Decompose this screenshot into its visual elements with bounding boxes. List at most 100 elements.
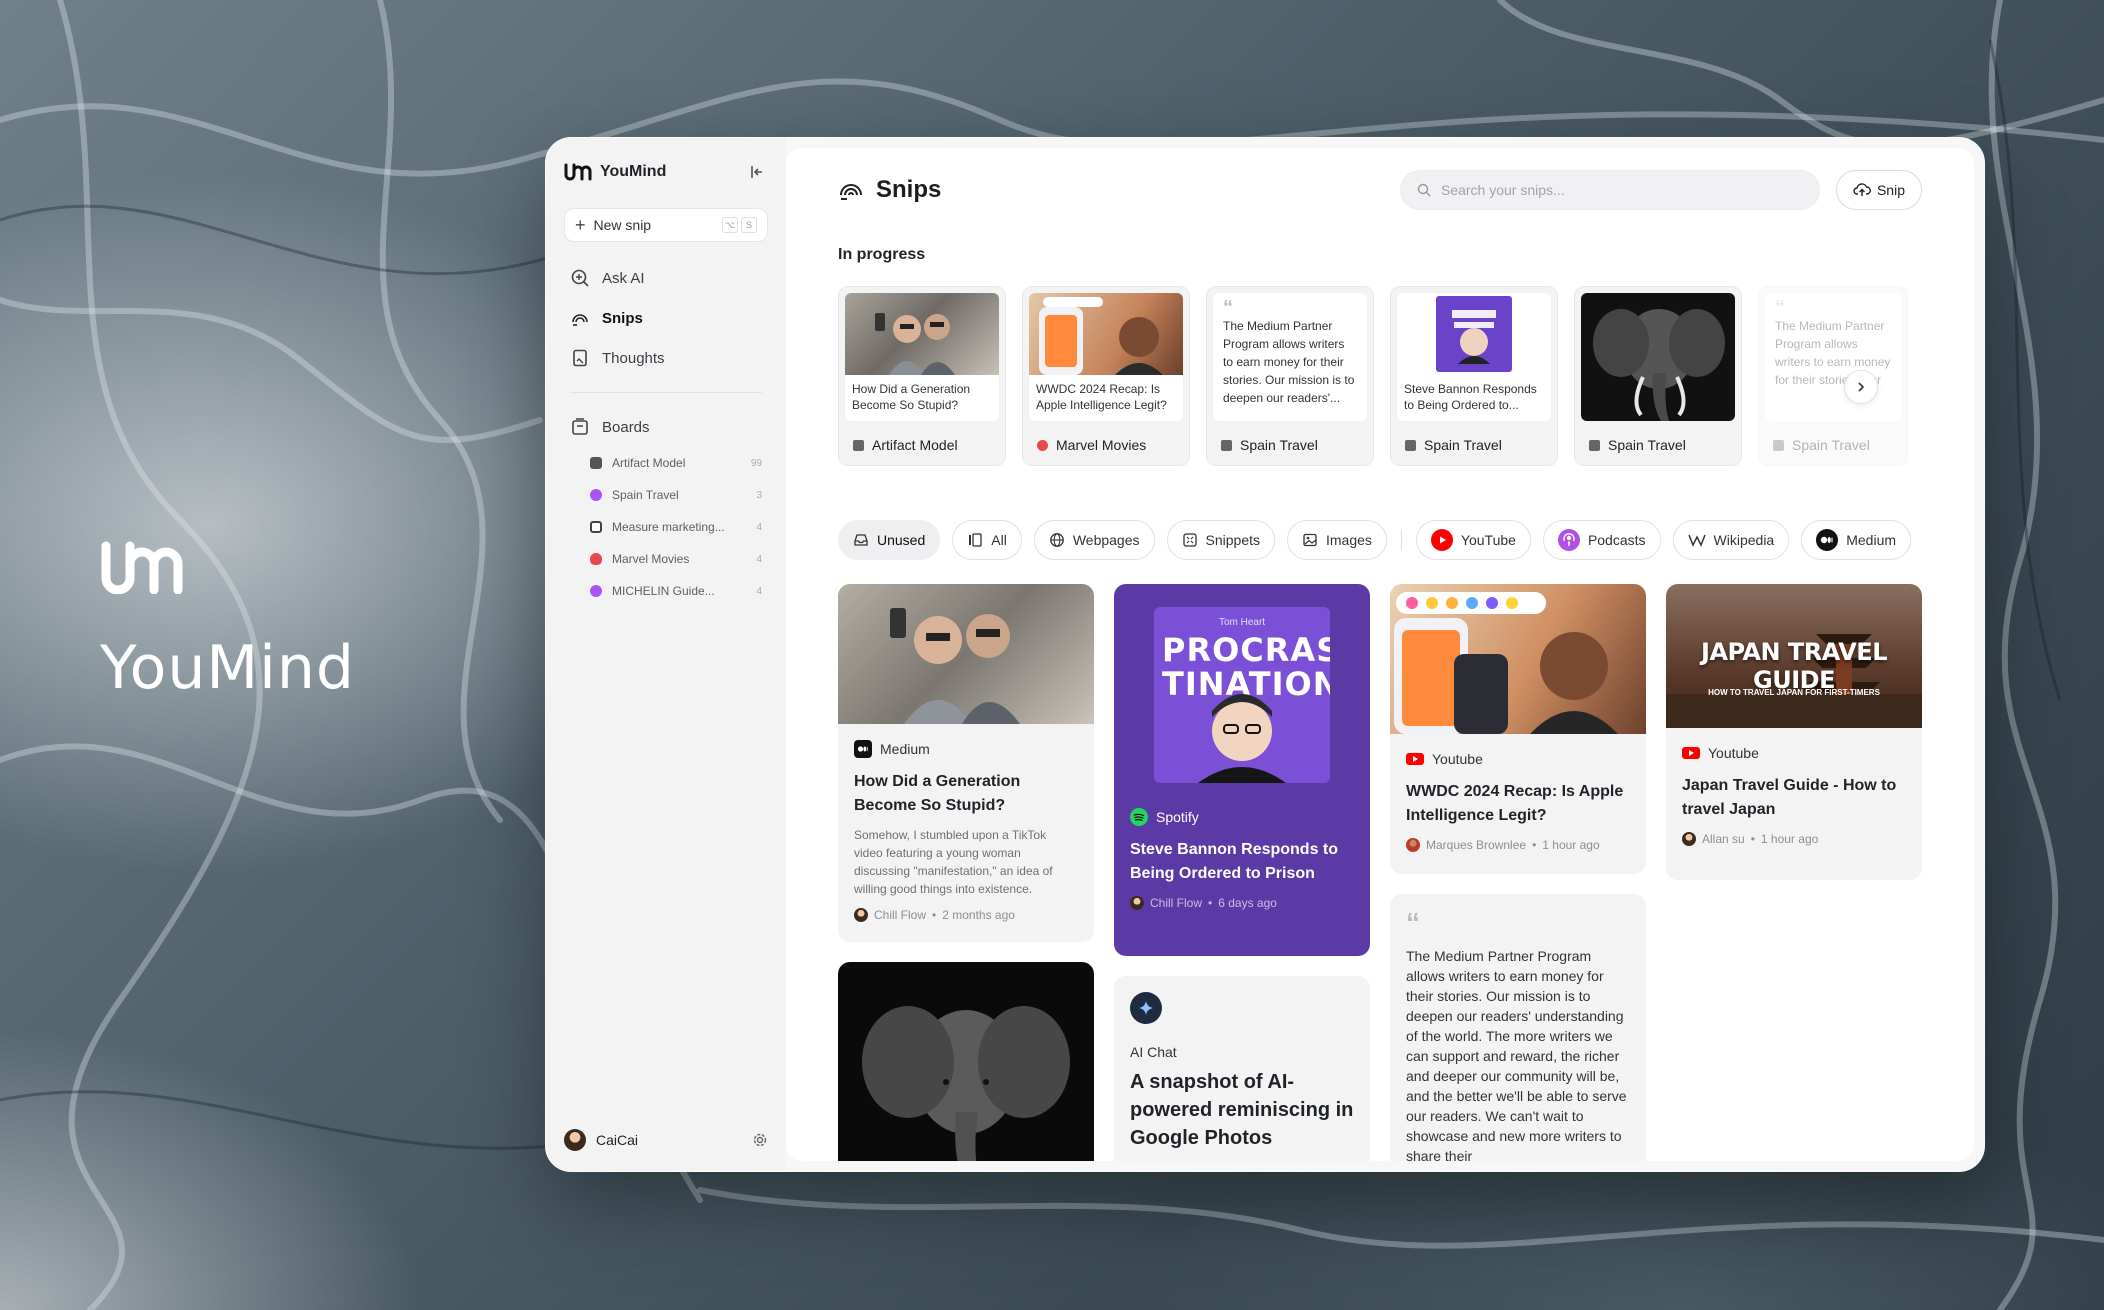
card-title: A snapshot of AI-powered reminiscing in …: [1130, 1071, 1354, 1149]
in-progress-card[interactable]: Spain Travel: [1574, 286, 1742, 466]
youtube-icon: [1682, 747, 1700, 759]
board-count: 4: [756, 521, 762, 533]
card-description: Somehow, I stumbled upon a TikTok video …: [854, 828, 1053, 896]
in-progress-board: Marvel Movies: [1037, 437, 1146, 453]
card-time: 6 days ago: [1218, 896, 1277, 910]
hero-brand-name: YouMind: [100, 633, 355, 703]
snip-card-ai-chat[interactable]: AI Chat A snapshot of AI-powered reminis…: [1114, 976, 1370, 1161]
hero-brand: YouMind: [100, 540, 355, 703]
card-time: 1 hour ago: [1542, 838, 1600, 852]
board-name: MICHELIN Guide...: [612, 584, 715, 598]
podcast-host-illustration: [1198, 694, 1286, 783]
in-progress-card[interactable]: “ The Medium Partner Program allows writ…: [1206, 286, 1374, 466]
board-item[interactable]: Marvel Movies 4: [564, 543, 768, 575]
author-avatar: [1682, 832, 1696, 846]
card-source-label: AI Chat: [1130, 1044, 1177, 1060]
snip-button[interactable]: Snip: [1835, 170, 1922, 210]
sidebar-item-label: Ask AI: [602, 269, 645, 287]
card-meta: Marques Brownlee • 1 hour ago: [1406, 838, 1630, 852]
filter-chips: Unused All Webpages Snippets Images YouT…: [838, 520, 1912, 560]
boards-header[interactable]: Boards: [564, 407, 768, 447]
thumbnail-banner: JAPAN TRAVEL GUIDE: [1701, 638, 1887, 694]
in-progress-card[interactable]: How Did a Generation Become So Stupid? A…: [838, 286, 1006, 466]
snip-card-youtube[interactable]: Youtube WWDC 2024 Recap: Is Apple Intell…: [1390, 584, 1646, 874]
card-author: Marques Brownlee: [1426, 838, 1527, 852]
search-bar[interactable]: [1399, 170, 1820, 210]
board-item[interactable]: MICHELIN Guide... 4: [564, 575, 768, 607]
card-thumbnail: Tom Heart PROCRAS TINATION: [1114, 584, 1370, 806]
sidebar-item-thoughts[interactable]: Thoughts: [564, 338, 768, 378]
page-title: Snips: [838, 176, 941, 204]
carousel-next-button[interactable]: [1844, 370, 1878, 404]
selfie-illustration: [890, 608, 1020, 724]
collapse-sidebar-button[interactable]: [746, 161, 768, 183]
board-name: Marvel Movies: [612, 552, 690, 566]
filter-chip-webpages[interactable]: Webpages: [1033, 520, 1155, 560]
snip-card-quote[interactable]: “ The Medium Partner Program allows writ…: [1390, 894, 1646, 1161]
board-item[interactable]: Spain Travel 3: [564, 479, 768, 511]
podcast-cover: Tom Heart PROCRAS TINATION: [1154, 607, 1330, 783]
medium-icon: [854, 740, 872, 758]
ask-ai-icon: [571, 269, 589, 287]
page-title-text: Snips: [876, 176, 942, 203]
app-name: YouMind: [600, 163, 667, 180]
board-icon: [1221, 439, 1232, 451]
sidebar-logo[interactable]: YouMind: [564, 163, 666, 181]
board-icon: [590, 457, 602, 469]
filter-chip-snippets[interactable]: Snippets: [1166, 520, 1275, 560]
search-input[interactable]: [1440, 182, 1803, 198]
gear-icon[interactable]: [752, 1132, 768, 1148]
in-progress-card[interactable]: Steve Bannon Responds to Being Ordered t…: [1390, 286, 1558, 466]
in-progress-card[interactable]: “ The Medium Partner Program allows writ…: [1758, 286, 1908, 466]
shortcut-key: ⌥: [722, 217, 738, 233]
filter-chip-all[interactable]: All: [952, 520, 1022, 560]
card-source-label: Youtube: [1432, 751, 1483, 767]
ai-chat-icon: [1130, 992, 1162, 1024]
board-item[interactable]: Measure marketing... 4: [564, 511, 768, 543]
snip-card-medium[interactable]: Medium How Did a Generation Become So St…: [838, 584, 1094, 942]
board-item[interactable]: Artifact Model 99: [564, 447, 768, 479]
card-thumbnail: [1390, 584, 1646, 734]
medium-icon: [1816, 529, 1839, 551]
snip-card-image[interactable]: [838, 962, 1094, 1161]
card-thumbnail: [838, 584, 1094, 724]
board-icon: [1037, 439, 1048, 451]
card-meta: Chill Flow • 2 months ago: [854, 908, 1078, 922]
card-source-label: Spotify: [1156, 809, 1199, 825]
quote-icon: “: [1406, 907, 1420, 938]
board-name: Spain Travel: [1240, 437, 1318, 453]
in-progress-card[interactable]: WWDC 2024 Recap: Is Apple Intelligence L…: [1022, 286, 1190, 466]
podcast-thumbnail: [1397, 293, 1551, 375]
filter-chip-youtube[interactable]: YouTube: [1415, 520, 1531, 560]
new-snip-button[interactable]: + New snip ⌥ S: [564, 208, 768, 242]
filter-chip-label: YouTube: [1460, 532, 1516, 548]
card-source: Youtube: [1406, 750, 1630, 768]
in-progress-text: Steve Bannon Responds to Being Ordered t…: [1404, 382, 1537, 412]
filter-chip-podcasts[interactable]: Podcasts: [1542, 520, 1661, 560]
filter-chip-wikipedia[interactable]: Wikipedia: [1672, 520, 1790, 560]
quote-text: The Medium Partner Program allows writer…: [1406, 948, 1627, 1161]
meta-separator: •: [1208, 896, 1213, 910]
podcast-cover: [1436, 296, 1512, 372]
filter-chip-medium[interactable]: Medium: [1801, 520, 1912, 560]
boards-list: Artifact Model 99 Spain Travel 3 Measure…: [564, 447, 768, 607]
sidebar-item-snips[interactable]: Snips: [564, 298, 768, 338]
youtube-icon: [1430, 529, 1453, 551]
shortcut-keys: ⌥ S: [722, 217, 757, 233]
card-title: Japan Travel Guide - How to travel Japan: [1682, 777, 1897, 818]
filter-chip-images[interactable]: Images: [1287, 520, 1387, 560]
author-avatar: [854, 908, 868, 922]
user-name: CaiCai: [596, 1132, 639, 1148]
author-avatar: [1130, 896, 1144, 910]
in-progress-board: Spain Travel: [1405, 437, 1502, 453]
user-profile[interactable]: CaiCai: [564, 1123, 768, 1157]
snip-card-youtube-japan[interactable]: JAPAN TRAVEL GUIDE HOW TO TRAVEL JAPAN F…: [1666, 584, 1922, 880]
filter-chip-label: All: [991, 532, 1007, 548]
snip-card-spotify[interactable]: Tom Heart PROCRAS TINATION Spotify Steve…: [1114, 584, 1370, 956]
in-progress-board: Spain Travel: [1589, 437, 1686, 453]
in-progress-text: WWDC 2024 Recap: Is Apple Intelligence L…: [1036, 382, 1167, 412]
card-title: Steve Bannon Responds to Being Ordered t…: [1130, 841, 1339, 882]
filter-chip-unused[interactable]: Unused: [838, 520, 941, 560]
sidebar-item-ask-ai[interactable]: Ask AI: [564, 258, 768, 298]
avatar: [564, 1129, 586, 1151]
